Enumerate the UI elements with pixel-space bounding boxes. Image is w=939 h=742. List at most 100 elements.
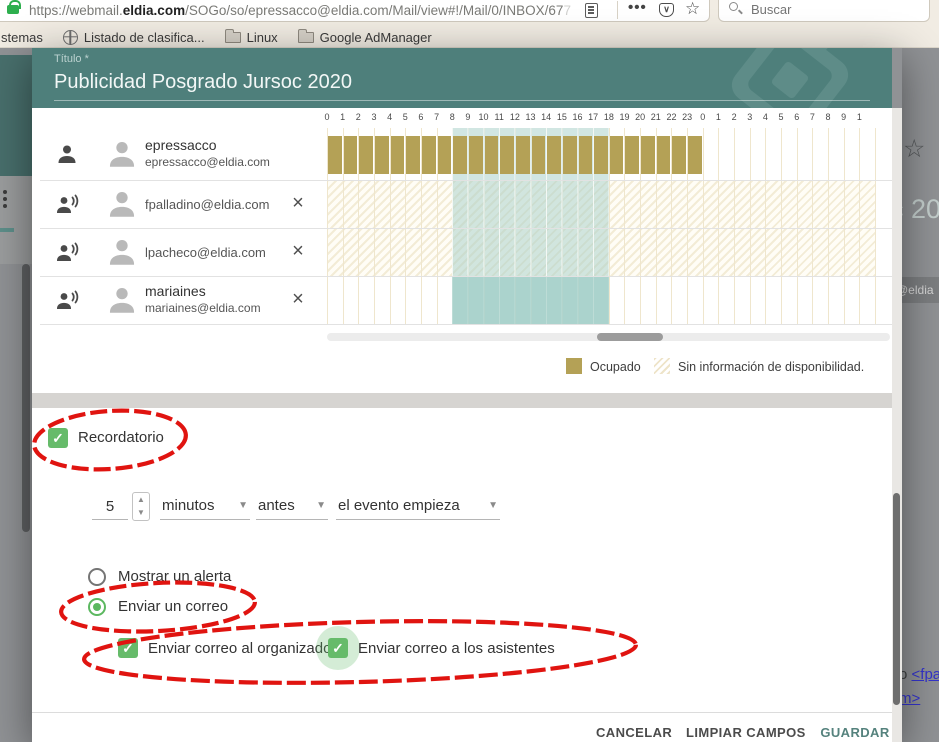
remove-attendee-button[interactable]: ×: [287, 241, 309, 263]
reminder-unit-select[interactable]: minutos ▼: [160, 494, 250, 520]
attendee-row: lpacheco@eldia.com×: [32, 228, 327, 276]
hour-label: 14: [539, 112, 553, 122]
step-up-icon[interactable]: ▲: [133, 493, 149, 506]
bookmark-label: stemas: [1, 30, 43, 45]
busy-block: [375, 136, 389, 174]
partial-link[interactable]: m>: [899, 690, 920, 707]
reminder-checkbox[interactable]: ✓: [48, 428, 68, 448]
cancel-button[interactable]: CANCELAR: [590, 721, 676, 742]
busy-block: [500, 136, 514, 174]
busy-block: [359, 136, 373, 174]
bookmark-item[interactable]: Listado de clasifica...: [63, 30, 205, 45]
toolbar-divider: [617, 1, 618, 19]
radio-unselected[interactable]: [88, 568, 106, 586]
reminder-label: Recordatorio: [78, 429, 164, 446]
background-header-remnant: [0, 55, 32, 176]
busy-block: [532, 136, 546, 174]
grid-line: [703, 128, 704, 324]
page-actions-icon[interactable]: •••: [628, 0, 647, 16]
bookmark-item[interactable]: Linux: [225, 30, 278, 45]
busy-block: [391, 136, 405, 174]
email-option-checkbox[interactable]: ✓: [328, 638, 348, 658]
reminder-relation-select[interactable]: antes ▼: [256, 494, 328, 520]
save-button[interactable]: GUARDAR: [812, 721, 898, 742]
hour-label: 15: [555, 112, 569, 122]
hour-label: 16: [571, 112, 585, 122]
bookmark-item[interactable]: stemas: [1, 30, 43, 45]
email-option-checkbox[interactable]: ✓: [118, 638, 138, 658]
busy-block: [422, 136, 436, 174]
radio-selected[interactable]: [88, 598, 106, 616]
reminder-reference-value: el evento empieza: [338, 497, 460, 514]
hour-label: 0: [320, 112, 334, 122]
busy-block: [328, 136, 342, 174]
hour-label: 17: [586, 112, 600, 122]
background-scrollbar[interactable]: [22, 264, 30, 532]
dialog-scrollbar-thumb[interactable]: [893, 493, 900, 705]
chevron-down-icon: ▼: [488, 500, 498, 511]
avatar: [105, 187, 139, 226]
hour-label: 0: [696, 112, 710, 122]
hour-label: 13: [524, 112, 538, 122]
busy-block: [406, 136, 420, 174]
flag-star-icon[interactable]: ☆: [903, 134, 925, 164]
reminder-reference-select[interactable]: el evento empieza ▼: [336, 494, 500, 520]
busy-block: [516, 136, 530, 174]
busy-block: [563, 136, 577, 174]
attendee-icon: [55, 288, 81, 317]
url-bar[interactable]: https://webmail.eldia.com/SOGo/so/epress…: [0, 0, 710, 22]
hour-label: 12: [508, 112, 522, 122]
kebab-menu-icon[interactable]: [3, 190, 7, 211]
remove-attendee-button[interactable]: ×: [287, 289, 309, 311]
hour-label: 7: [430, 112, 444, 122]
bookmark-label: Linux: [247, 30, 278, 45]
attendee-row: fpalladino@eldia.com×: [32, 180, 327, 228]
legend-busy-swatch: [566, 358, 582, 374]
event-time-band-free-row: [452, 276, 609, 324]
attendee-info: fpalladino@eldia.com: [145, 180, 285, 228]
hour-label: 6: [414, 112, 428, 122]
remove-attendee-button[interactable]: ×: [287, 193, 309, 215]
attendee-name: mariaines: [145, 283, 206, 299]
search-icon: [729, 2, 738, 11]
globe-icon: [63, 30, 78, 45]
busy-block: [547, 136, 561, 174]
step-down-icon[interactable]: ▼: [133, 506, 149, 519]
reminder-amount-input[interactable]: [92, 494, 128, 520]
busy-block: [657, 136, 671, 174]
organizer-icon: [55, 142, 79, 171]
grid-line: [812, 128, 813, 324]
attendee-icon: [55, 240, 81, 269]
url-text[interactable]: https://webmail.eldia.com/SOGo/so/epress…: [29, 3, 571, 18]
attendee-email: epressacco@eldia.com: [145, 155, 270, 169]
grid-line: [750, 128, 751, 324]
legend-noinfo-swatch: [654, 358, 670, 374]
pocket-icon[interactable]: ∨: [659, 3, 674, 17]
bookmark-item[interactable]: Google AdManager: [298, 30, 432, 45]
hour-label: 23: [680, 112, 694, 122]
hour-label: 19: [617, 112, 631, 122]
hour-label: 3: [743, 112, 757, 122]
grid-line: [859, 128, 860, 324]
grid-scrollbar-thumb[interactable]: [597, 333, 663, 341]
bookmark-star-icon[interactable]: ☆: [685, 0, 700, 19]
hour-label: 21: [649, 112, 663, 122]
hour-label: 2: [727, 112, 741, 122]
hour-label: 18: [602, 112, 616, 122]
chevron-down-icon: ▼: [238, 500, 248, 511]
background-partial-links: o <fpam>: [899, 663, 939, 711]
bookmarks-bar: stemas Listado de clasifica... Linux Google…: [0, 27, 939, 48]
folder-icon: [225, 32, 241, 43]
search-bar[interactable]: [718, 0, 930, 22]
lock-icon[interactable]: [7, 5, 19, 14]
hour-label: 1: [336, 112, 350, 122]
busy-block: [438, 136, 452, 174]
section-divider: [32, 393, 892, 408]
bookmark-label: Listado de clasifica...: [84, 30, 205, 45]
hour-label: 5: [774, 112, 788, 122]
clear-fields-button[interactable]: LIMPIAR CAMPOS: [680, 721, 806, 742]
search-input[interactable]: [749, 1, 909, 18]
amount-stepper[interactable]: ▲▼: [132, 492, 150, 521]
partial-link[interactable]: <fpa: [912, 666, 939, 683]
reader-mode-icon[interactable]: [585, 3, 598, 18]
